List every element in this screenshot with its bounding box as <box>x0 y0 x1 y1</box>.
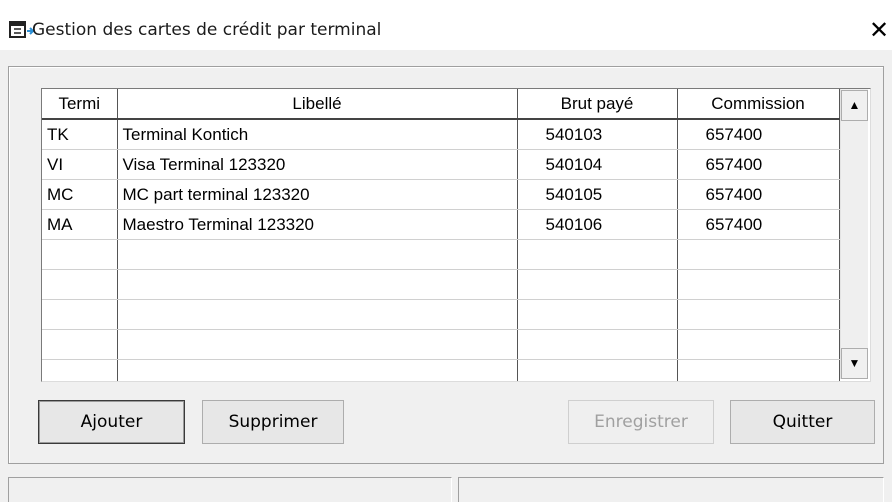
status-bar <box>8 477 884 502</box>
cell-commission[interactable]: 657400 <box>677 119 840 150</box>
cell-commission[interactable] <box>677 359 840 381</box>
terminal-table: Termi Libellé Brut payé Commission TK Te… <box>42 89 840 381</box>
cell-code[interactable]: MC <box>42 179 118 210</box>
window-title: Gestion des cartes de crédit par termina… <box>32 20 382 40</box>
cell-brut[interactable] <box>517 269 678 300</box>
cell-brut[interactable] <box>517 329 678 360</box>
cell-commission[interactable]: 657400 <box>677 149 840 180</box>
cell-code[interactable] <box>42 239 118 270</box>
cell-code[interactable]: MA <box>42 209 118 240</box>
cell-label[interactable] <box>117 359 518 381</box>
scroll-up-icon[interactable]: ▲ <box>841 90 868 121</box>
cell-label[interactable]: MC part terminal 123320 <box>117 179 518 210</box>
grid-scrollbar[interactable]: ▲ ▼ <box>840 89 868 379</box>
cell-brut[interactable]: 540103 <box>517 119 678 150</box>
cell-code[interactable] <box>42 329 118 360</box>
title-bar: Gestion des cartes de crédit par termina… <box>0 0 892 50</box>
table-row[interactable]: MA Maestro Terminal 123320 540106 657400 <box>42 209 840 240</box>
cell-brut[interactable]: 540106 <box>517 209 678 240</box>
cell-label[interactable] <box>117 239 518 270</box>
terminal-grid[interactable]: Termi Libellé Brut payé Commission TK Te… <box>41 88 871 382</box>
add-button[interactable]: Ajouter <box>38 400 185 444</box>
cell-brut[interactable] <box>517 359 678 381</box>
cell-label[interactable]: Maestro Terminal 123320 <box>117 209 518 240</box>
column-header-commission[interactable]: Commission <box>677 89 840 120</box>
table-row[interactable]: MC MC part terminal 123320 540105 657400 <box>42 179 840 210</box>
cell-brut[interactable] <box>517 299 678 330</box>
cell-commission[interactable] <box>677 269 840 300</box>
cell-commission[interactable] <box>677 239 840 270</box>
delete-button[interactable]: Supprimer <box>202 400 344 444</box>
cell-label[interactable] <box>117 269 518 300</box>
table-row[interactable] <box>42 299 840 330</box>
column-header-label[interactable]: Libellé <box>117 89 518 120</box>
header-row: Termi Libellé Brut payé Commission <box>42 89 840 120</box>
cell-brut[interactable]: 540105 <box>517 179 678 210</box>
save-button[interactable]: Enregistrer <box>568 400 714 444</box>
scroll-track[interactable] <box>841 121 868 347</box>
cell-code[interactable] <box>42 299 118 330</box>
cell-label[interactable] <box>117 299 518 330</box>
table-row[interactable] <box>42 239 840 270</box>
cell-brut[interactable] <box>517 239 678 270</box>
cell-code[interactable]: VI <box>42 149 118 180</box>
cell-label[interactable] <box>117 329 518 360</box>
table-row[interactable]: VI Visa Terminal 123320 540104 657400 <box>42 149 840 180</box>
table-row[interactable] <box>42 329 840 360</box>
cell-commission[interactable]: 657400 <box>677 209 840 240</box>
column-header-brut[interactable]: Brut payé <box>517 89 678 120</box>
status-pane-right <box>458 477 884 502</box>
table-row[interactable] <box>42 359 840 381</box>
cell-code[interactable] <box>42 269 118 300</box>
cell-brut[interactable]: 540104 <box>517 149 678 180</box>
scroll-down-icon[interactable]: ▼ <box>841 348 868 379</box>
cell-code[interactable]: TK <box>42 119 118 150</box>
cell-label[interactable]: Visa Terminal 123320 <box>117 149 518 180</box>
cell-commission[interactable] <box>677 299 840 330</box>
close-icon[interactable]: ✕ <box>866 14 892 46</box>
status-pane-left <box>8 477 452 502</box>
cell-label[interactable]: Terminal Kontich <box>117 119 518 150</box>
table-row[interactable] <box>42 269 840 300</box>
cell-commission[interactable]: 657400 <box>677 179 840 210</box>
quit-button[interactable]: Quitter <box>730 400 875 444</box>
cell-code[interactable] <box>42 359 118 381</box>
cell-commission[interactable] <box>677 329 840 360</box>
table-row[interactable]: TK Terminal Kontich 540103 657400 <box>42 119 840 150</box>
column-header-code[interactable]: Termi <box>42 89 118 120</box>
